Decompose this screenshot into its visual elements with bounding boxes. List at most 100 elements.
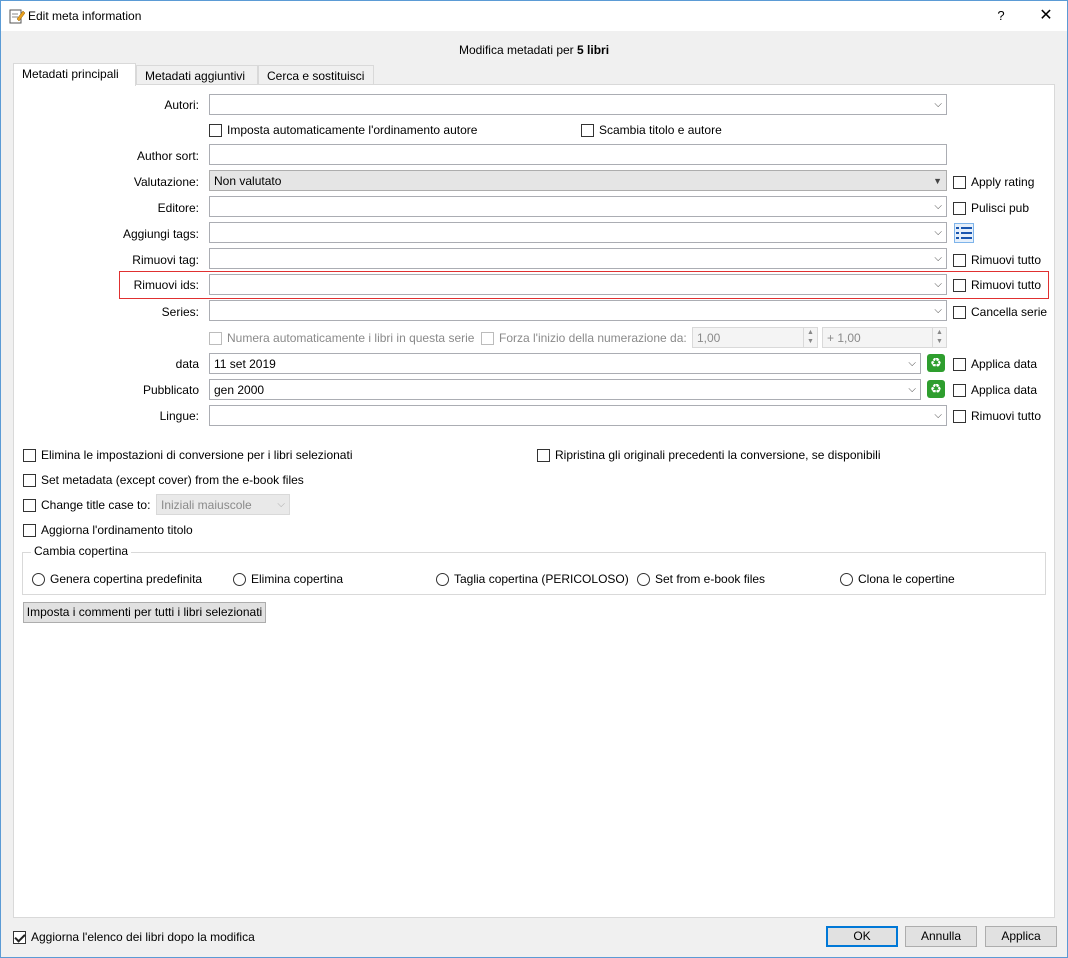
- tag-editor-button[interactable]: [954, 223, 974, 243]
- close-button[interactable]: ✕: [1031, 4, 1061, 28]
- dropdown-arrow-icon: ▼: [933, 176, 942, 186]
- checkbox-box: [953, 278, 966, 292]
- autonumber-series-checkbox[interactable]: Numera automaticamente i libri in questa…: [209, 331, 474, 345]
- help-button[interactable]: ?: [989, 6, 1013, 26]
- valutazione-select[interactable]: Non valutato ▼: [209, 170, 947, 191]
- dialog-heading: Modifica metadati per 5 libri: [1, 43, 1067, 57]
- editore-label: Editore:: [157, 201, 199, 215]
- series-label: Series:: [161, 305, 199, 319]
- heading-count: 5 libri: [577, 43, 610, 57]
- radio-circle: [233, 572, 246, 586]
- tab-metadati-aggiuntivi[interactable]: Metadati aggiuntivi: [136, 65, 258, 85]
- editore-combobox[interactable]: ⌵: [209, 196, 947, 217]
- chevron-down-icon: ⌵: [934, 201, 942, 212]
- recycle-icon: ♻: [927, 380, 945, 398]
- checkbox-box: [13, 930, 26, 944]
- checkbox-box: [953, 383, 966, 397]
- cancel-button[interactable]: Annulla: [905, 926, 977, 947]
- cover-elimina-radio[interactable]: Elimina copertina: [233, 572, 343, 586]
- title-case-select[interactable]: Iniziali maiuscole ⌵: [156, 494, 290, 515]
- applica-data-checkbox[interactable]: Applica data: [953, 357, 1037, 371]
- rimuovi-tutto-tag-checkbox[interactable]: Rimuovi tutto: [953, 253, 1041, 267]
- data-label: data: [175, 357, 199, 371]
- aggiungi-tags-combobox[interactable]: ⌵: [209, 222, 947, 243]
- cover-from-ebook-radio[interactable]: Set from e-book files: [637, 572, 765, 586]
- checkbox-box: [23, 498, 36, 512]
- apply-button[interactable]: Applica: [985, 926, 1057, 947]
- radio-circle: [436, 572, 449, 586]
- checkbox-box: [537, 448, 550, 462]
- tab-metadati-principali[interactable]: Metadati principali: [13, 63, 136, 86]
- refresh-list-checkbox[interactable]: Aggiorna l'elenco dei libri dopo la modi…: [13, 930, 255, 944]
- edit-note-icon: [9, 9, 25, 24]
- change-title-case-checkbox[interactable]: Change title case to:: [23, 498, 150, 512]
- author-sort-label: Author sort:: [136, 149, 199, 163]
- chevron-down-icon: ⌵: [934, 279, 942, 290]
- apply-rating-checkbox[interactable]: Apply rating: [953, 175, 1034, 189]
- cover-group-legend: Cambia copertina: [31, 544, 132, 558]
- radio-circle: [32, 572, 45, 586]
- radio-circle: [840, 572, 853, 586]
- aggiorna-ordinamento-titolo-checkbox[interactable]: Aggiorna l'ordinamento titolo: [23, 523, 193, 537]
- data-date-edit[interactable]: 11 set 2019 ⌵: [209, 353, 921, 374]
- checkbox-box: [209, 331, 222, 345]
- auto-sort-checkbox[interactable]: Imposta automaticamente l'ordinamento au…: [209, 123, 477, 137]
- rimuovi-tutto-ids-checkbox[interactable]: Rimuovi tutto: [953, 278, 1041, 292]
- chevron-down-icon: ⌵: [934, 305, 942, 316]
- author-sort-input[interactable]: [209, 144, 947, 165]
- applica-pubdate-checkbox[interactable]: Applica data: [953, 383, 1037, 397]
- checkbox-box: [953, 305, 966, 319]
- ok-button[interactable]: OK: [826, 926, 898, 947]
- checkbox-box: [953, 253, 966, 267]
- pubblicato-date-edit[interactable]: gen 2000 ⌵: [209, 379, 921, 400]
- list-icon: [956, 227, 972, 239]
- chevron-down-icon: ⌵: [934, 253, 942, 264]
- force-start-checkbox[interactable]: Forza l'inizio della numerazione da:: [481, 331, 687, 345]
- radio-circle: [637, 572, 650, 586]
- swap-title-author-checkbox[interactable]: Scambia titolo e autore: [581, 123, 722, 137]
- chevron-down-icon: ⌵: [908, 358, 916, 369]
- series-combobox[interactable]: ⌵: [209, 300, 947, 321]
- chevron-down-icon: ⌵: [277, 499, 285, 510]
- checkbox-box: [953, 201, 966, 215]
- spin-arrows-icon: ▲ ▼: [803, 328, 817, 347]
- checkbox-box: [209, 123, 222, 137]
- edit-meta-dialog: Edit meta information ? ✕ Modifica metad…: [0, 0, 1068, 958]
- series-step-spinbox[interactable]: + 1,00 ▲ ▼: [822, 327, 947, 348]
- elimina-conversione-checkbox[interactable]: Elimina le impostazioni di conversione p…: [23, 448, 352, 462]
- heading-text: Modifica metadati per: [458, 43, 578, 57]
- rimuovi-ids-label: Rimuovi ids:: [133, 278, 199, 292]
- ripristina-originali-checkbox[interactable]: Ripristina gli originali precedenti la c…: [537, 448, 881, 462]
- checkbox-box: [953, 409, 966, 423]
- pubblicato-label: Pubblicato: [142, 383, 199, 397]
- series-start-spinbox[interactable]: 1,00 ▲ ▼: [692, 327, 818, 348]
- checkbox-box: [953, 175, 966, 189]
- cover-clona-radio[interactable]: Clona le copertine: [840, 572, 955, 586]
- cover-taglia-radio[interactable]: Taglia copertina (PERICOLOSO): [436, 572, 629, 586]
- set-comments-button[interactable]: Imposta i commenti per tutti i libri sel…: [23, 602, 266, 623]
- clear-date-button[interactable]: ♻: [926, 353, 946, 373]
- chevron-down-icon: ⌵: [934, 227, 942, 238]
- rimuovi-tutto-lingue-checkbox[interactable]: Rimuovi tutto: [953, 409, 1041, 423]
- recycle-icon: ♻: [927, 354, 945, 372]
- rimuovi-tag-label: Rimuovi tag:: [132, 253, 199, 267]
- checkbox-box: [23, 473, 36, 487]
- chevron-down-icon: ⌵: [934, 410, 942, 421]
- checkbox-box: [23, 523, 36, 537]
- autori-combobox[interactable]: ⌵: [209, 94, 947, 115]
- chevron-down-icon: ⌵: [934, 99, 942, 110]
- set-metadata-checkbox[interactable]: Set metadata (except cover) from the e-b…: [23, 473, 304, 487]
- tab-cerca-sostituisci[interactable]: Cerca e sostituisci: [258, 65, 374, 85]
- aggiungi-tags-label: Aggiungi tags:: [122, 227, 199, 241]
- lingue-combobox[interactable]: ⌵: [209, 405, 947, 426]
- title-bar: Edit meta information ? ✕: [1, 1, 1067, 31]
- rimuovi-ids-combobox[interactable]: ⌵: [209, 274, 947, 295]
- cover-genera-radio[interactable]: Genera copertina predefinita: [32, 572, 202, 586]
- rimuovi-tag-combobox[interactable]: ⌵: [209, 248, 947, 269]
- pulisci-pub-checkbox[interactable]: Pulisci pub: [953, 201, 1029, 215]
- cancella-serie-checkbox[interactable]: Cancella serie: [953, 305, 1047, 319]
- valutazione-label: Valutazione:: [133, 175, 199, 189]
- clear-pubdate-button[interactable]: ♻: [926, 379, 946, 399]
- lingue-label: Lingue:: [159, 409, 199, 423]
- checkbox-box: [953, 357, 966, 371]
